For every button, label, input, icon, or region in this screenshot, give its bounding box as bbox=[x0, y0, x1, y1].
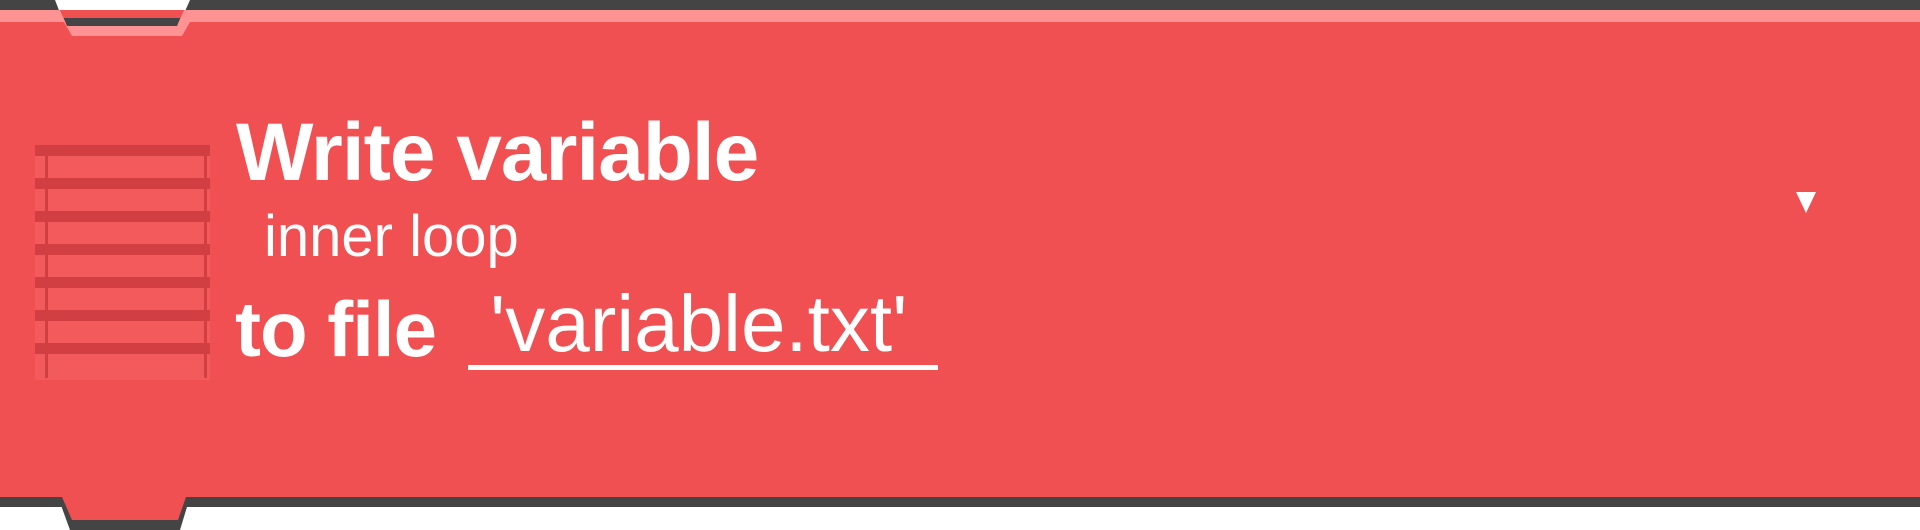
filename-input[interactable]: 'variable.txt' bbox=[468, 280, 938, 370]
table-grid-icon bbox=[35, 145, 210, 380]
block-title: Write variable bbox=[236, 107, 759, 198]
to-file-label: to file bbox=[235, 285, 437, 373]
write-variable-block[interactable]: Write variable inner loop to file 'varia… bbox=[0, 0, 1920, 530]
triangle-down-icon[interactable] bbox=[1788, 180, 1824, 216]
filename-value: 'variable.txt' bbox=[490, 279, 908, 368]
variable-name: inner loop bbox=[264, 204, 519, 269]
